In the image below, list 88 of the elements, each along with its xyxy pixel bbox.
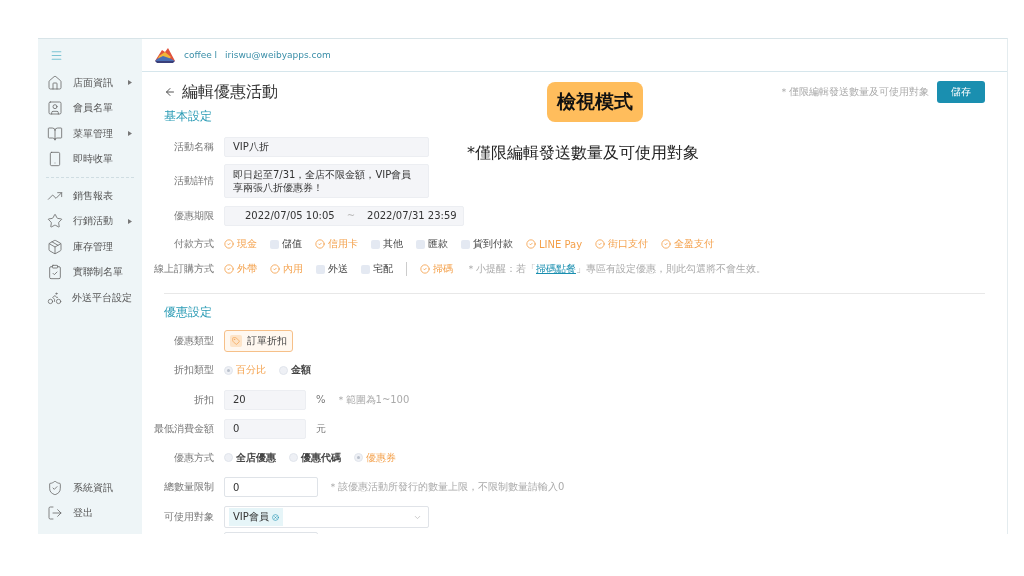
unit-text: % — [316, 394, 326, 405]
hint-text: ＊該優惠活動所發行的數量上限，不限制數量請輸入0 — [328, 480, 565, 494]
radio-icon — [224, 365, 233, 375]
sidebar-item[interactable]: 系統資訊 — [38, 475, 142, 501]
field-label: 可使用對象 — [163, 510, 214, 524]
sidebar-item[interactable]: 登出 — [38, 500, 142, 526]
sidebar-item[interactable]: 行銷活動 — [38, 208, 142, 234]
house-icon — [47, 74, 63, 91]
check-circle-icon — [224, 239, 234, 249]
checkbox-icon — [316, 264, 325, 274]
radio-icon — [354, 453, 363, 462]
sidebar-item[interactable]: 外送平台設定 — [38, 285, 142, 311]
checkbox-icon — [416, 239, 425, 249]
section-title: 基本設定 — [164, 108, 213, 125]
store-name: coffee l — [184, 50, 218, 60]
back-arrow-icon[interactable] — [164, 86, 176, 98]
save-button[interactable]: 儲存 — [937, 81, 985, 103]
sidebar-item[interactable]: 實聯制名單 — [38, 259, 142, 285]
notice-text: ＊僅限編輯發送數量及可使用對象 — [779, 85, 929, 99]
option-chip[interactable]: 訂單折扣 — [224, 330, 293, 352]
tag-icon — [230, 335, 242, 347]
unit-text: 元 — [316, 421, 326, 436]
field-label: 活動名稱 — [173, 139, 214, 154]
logout-icon — [47, 505, 63, 522]
sidebar-item[interactable]: 菜單管理 — [38, 121, 142, 147]
user-email: iriswu@weibyapps.com — [225, 50, 331, 60]
check-circle-icon — [661, 239, 672, 249]
field-label: 付款方式 — [173, 237, 214, 251]
check-circle-icon — [224, 264, 234, 274]
annotation-note: *僅限編輯發送數量及可使用對象 — [467, 143, 699, 164]
section-title: 優惠設定 — [164, 304, 213, 321]
check-circle-icon — [270, 264, 280, 274]
hint-text: ＊小提醒：若「掃碼點餐」專區有設定優惠，則此勾選將不會生效。 — [466, 262, 766, 276]
input-field[interactable]: 0 — [224, 477, 318, 497]
radio-option[interactable]: 優惠代碼 — [289, 450, 341, 465]
check-circle-icon — [526, 239, 536, 249]
field-label: 折扣類型 — [173, 363, 214, 377]
start-date: 2022/07/05 10:05 — [245, 209, 335, 222]
checkbox-option[interactable]: 宅配 — [361, 262, 393, 276]
checkbox-option[interactable]: 其他 — [371, 237, 403, 251]
radio-option[interactable]: 金額 — [279, 363, 311, 377]
mode-badge: 檢視模式 — [547, 82, 643, 122]
contact-card-icon — [47, 100, 63, 117]
checkbox-option[interactable]: 匯款 — [416, 237, 448, 251]
field-label: 線上訂購方式 — [153, 262, 214, 276]
radio-icon — [289, 453, 298, 462]
field-label: 優惠類型 — [173, 334, 214, 348]
range-separator: ~ — [346, 209, 356, 222]
page-title: 編輯優惠活動 — [182, 81, 278, 103]
link[interactable]: 掃碼點餐 — [536, 263, 576, 274]
end-date: 2022/07/31 23:59 — [367, 209, 457, 222]
field-label: 折扣 — [193, 392, 214, 407]
logo-icon — [154, 47, 176, 63]
tag-chip: VIP會員 — [229, 508, 283, 526]
check-circle-icon — [595, 239, 606, 249]
checkbox-option[interactable]: 外送 — [316, 262, 348, 276]
radio-icon — [224, 453, 233, 462]
radio-icon — [279, 365, 288, 375]
sidebar-item[interactable]: 庫存管理 — [38, 234, 142, 260]
book-icon — [47, 125, 63, 142]
field-label: 總數量限制 — [163, 480, 214, 494]
hint-text: ＊範圍為1~100 — [335, 392, 410, 407]
select-field[interactable]: VIP會員 — [224, 506, 429, 528]
radio-option[interactable]: 全店優惠 — [224, 450, 276, 465]
remove-icon[interactable] — [271, 513, 279, 521]
checkbox-icon — [361, 264, 370, 274]
shield-check-icon — [47, 479, 63, 496]
menu-icon[interactable] — [50, 49, 63, 62]
star-icon — [47, 213, 63, 230]
checkbox-option[interactable]: 貨到付款 — [461, 237, 513, 251]
field-label: 優惠期限 — [173, 208, 214, 223]
sidebar-item[interactable]: 店面資訊 — [38, 70, 142, 96]
check-circle-icon — [315, 239, 325, 249]
bike-icon — [47, 289, 62, 306]
checkbox-option[interactable]: 儲值 — [270, 237, 302, 251]
sidebar-item[interactable]: 會員名單 — [38, 95, 142, 121]
clipboard-check-icon — [47, 264, 63, 281]
sidebar-item[interactable]: 即時收單 — [38, 146, 142, 172]
checkbox-icon — [461, 239, 470, 249]
field-label: 活動詳情 — [173, 174, 214, 188]
package-icon — [47, 238, 63, 255]
checkbox-icon — [371, 239, 380, 249]
field-label: 最低消費金額 — [153, 421, 214, 436]
phone-icon — [47, 151, 63, 168]
check-circle-icon — [420, 264, 430, 274]
checkbox-icon — [270, 239, 279, 249]
field-label: 優惠方式 — [173, 450, 214, 465]
sidebar-item[interactable]: 銷售報表 — [38, 183, 142, 209]
